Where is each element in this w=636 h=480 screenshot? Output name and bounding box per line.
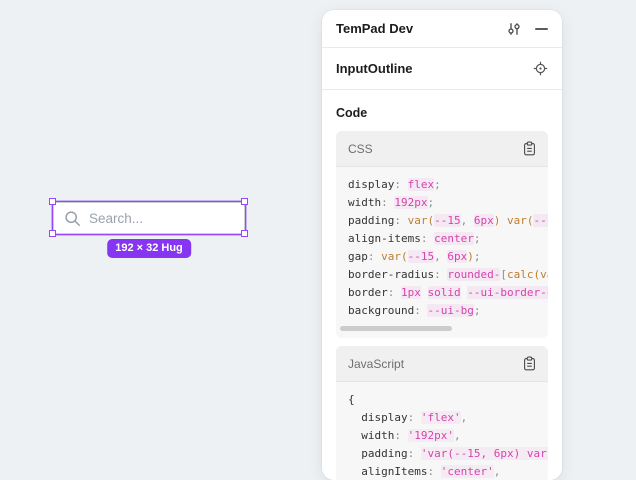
copy-code-button[interactable] <box>523 356 536 371</box>
code-section: Code CSS display: flex;width: 192px;padd… <box>322 90 562 480</box>
selection-handle-top-right[interactable] <box>241 198 248 205</box>
code-line: padding: var(--15, 6px) var(--15, 6px); <box>348 212 548 230</box>
code-line: gap: var(--15, 6px); <box>348 248 548 266</box>
code-line: width: 192px; <box>348 194 548 212</box>
component-name: InputOutline <box>336 61 413 76</box>
copy-code-button[interactable] <box>523 141 536 156</box>
selected-search-input-frame[interactable] <box>53 202 245 234</box>
code-card-header: JavaScript <box>336 346 548 382</box>
code-card-label: JavaScript <box>348 357 404 371</box>
h-scrollbar <box>340 326 540 331</box>
code-card-header: CSS <box>336 131 548 167</box>
code-card: JavaScript { display: 'flex', width: '19… <box>336 346 548 480</box>
minimize-button[interactable] <box>535 28 548 30</box>
code-line: border-radius: rounded-[calc(var(--radiu… <box>348 266 548 284</box>
code-line: display: 'flex', <box>348 409 548 427</box>
code-section-label: Code <box>336 106 548 120</box>
code-blocks: CSS display: flex;width: 192px;padding: … <box>336 131 548 480</box>
selection-handle-bottom-right[interactable] <box>241 230 248 237</box>
selection-handle-bottom-left[interactable] <box>49 230 56 237</box>
code-line: align-items: center; <box>348 230 548 248</box>
plugin-header: TemPad Dev <box>322 10 562 48</box>
code-line: background: --ui-bg; <box>348 302 548 320</box>
selection-handle-top-left[interactable] <box>49 198 56 205</box>
code-line: width: '192px', <box>348 427 548 445</box>
plugin-title: TemPad Dev <box>336 21 413 36</box>
selected-component-row: InputOutline <box>322 48 562 90</box>
code-line: display: flex; <box>348 176 548 194</box>
selection-dimensions-badge: 192 × 32 Hug <box>107 239 191 258</box>
minus-icon <box>535 28 548 30</box>
search-input[interactable] <box>89 211 234 226</box>
locate-icon <box>533 61 548 76</box>
sliders-icon <box>506 21 522 37</box>
h-scrollbar-thumb[interactable] <box>340 326 452 331</box>
code-card: CSS display: flex;width: 192px;padding: … <box>336 131 548 338</box>
settings-button[interactable] <box>506 21 522 37</box>
clipboard-icon <box>523 141 536 156</box>
clipboard-icon <box>523 356 536 371</box>
code-card-label: CSS <box>348 142 373 156</box>
code-lines: display: flex;width: 192px;padding: var(… <box>336 167 548 322</box>
code-line: padding: 'var(--15, 6px) var(--15, 6px)'… <box>348 445 548 463</box>
code-line: { <box>348 391 548 409</box>
search-icon <box>64 210 81 227</box>
locate-node-button[interactable] <box>533 61 548 76</box>
tempad-dev-plugin-panel: TemPad Dev InputOutline <box>322 10 562 480</box>
code-lines: { display: 'flex', width: '192px', paddi… <box>336 382 548 480</box>
code-line: border: 1px solid --ui-border-color; <box>348 284 548 302</box>
